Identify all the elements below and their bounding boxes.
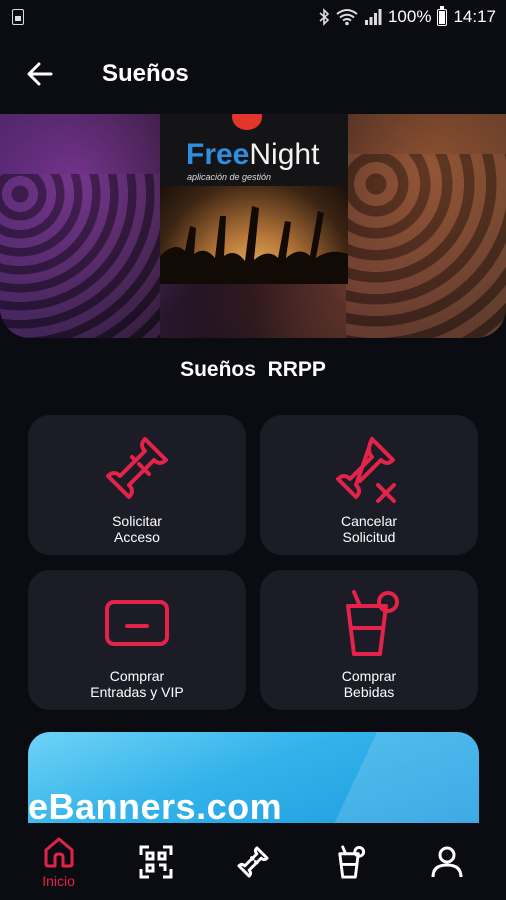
buy-drinks-button[interactable]: Comprar Bebidas bbox=[260, 570, 478, 710]
wifi-icon bbox=[336, 8, 358, 26]
ad-text: eBanners.com bbox=[28, 786, 283, 826]
clock: 14:17 bbox=[453, 7, 496, 26]
status-bar: 100% 14:17 bbox=[0, 0, 506, 34]
ticket-cancel-icon bbox=[334, 433, 404, 503]
sim-icon bbox=[12, 9, 24, 25]
ticket-icon bbox=[237, 845, 269, 878]
signal-icon bbox=[364, 9, 382, 25]
nav-profile[interactable] bbox=[412, 827, 482, 897]
buy-tickets-vip-button[interactable]: Comprar Entradas y VIP bbox=[28, 570, 246, 710]
qr-code-icon bbox=[139, 845, 173, 878]
hero-banner: FreeNight aplicación de gestión bbox=[0, 114, 506, 338]
logo-red-circle bbox=[232, 114, 262, 130]
nav-qr-scan[interactable] bbox=[121, 827, 191, 897]
back-button[interactable] bbox=[20, 54, 60, 94]
credit-card-icon bbox=[102, 588, 172, 658]
logo-concert-photo bbox=[160, 186, 348, 284]
page-title: Sueños bbox=[102, 60, 189, 87]
logo-word-free: Free bbox=[186, 138, 250, 171]
home-icon bbox=[44, 837, 74, 867]
logo-wordmark: FreeNight bbox=[186, 138, 319, 172]
battery-percent: 100% bbox=[387, 7, 432, 26]
freenight-logo: FreeNight aplicación de gestión bbox=[160, 114, 348, 284]
logo-word-night: Night bbox=[249, 138, 320, 171]
ticket-icon bbox=[102, 433, 172, 503]
venue-title: Sueños RRPP bbox=[180, 358, 326, 381]
hero-crowd-image bbox=[0, 174, 160, 338]
app-bar: Sueños bbox=[0, 34, 506, 114]
buy-tickets-vip-label: Comprar Entradas y VIP bbox=[90, 668, 184, 700]
ad-banner[interactable]: eBanners.com bbox=[28, 732, 479, 826]
request-access-label: Solicitar Acceso bbox=[112, 513, 162, 545]
hero-band-image bbox=[346, 154, 506, 338]
drink-icon bbox=[334, 588, 404, 658]
nav-home-label: Inicio bbox=[42, 872, 75, 889]
drink-icon bbox=[338, 844, 366, 879]
bluetooth-icon bbox=[318, 8, 330, 26]
bottom-navigation: Inicio bbox=[0, 823, 506, 900]
logo-subtitle: aplicación de gestión bbox=[187, 172, 272, 182]
back-arrow-icon bbox=[27, 62, 53, 86]
battery-icon bbox=[437, 5, 448, 26]
cancel-request-label: Cancelar Solicitud bbox=[340, 513, 398, 545]
nav-drinks[interactable] bbox=[315, 827, 385, 897]
user-icon bbox=[431, 846, 463, 877]
request-access-button[interactable]: Solicitar Acceso bbox=[28, 415, 246, 555]
buy-drinks-label: Comprar Bebidas bbox=[341, 668, 397, 700]
nav-tickets[interactable] bbox=[218, 827, 288, 897]
cancel-request-button[interactable]: Cancelar Solicitud bbox=[260, 415, 478, 555]
nav-home[interactable]: Inicio bbox=[24, 827, 94, 897]
